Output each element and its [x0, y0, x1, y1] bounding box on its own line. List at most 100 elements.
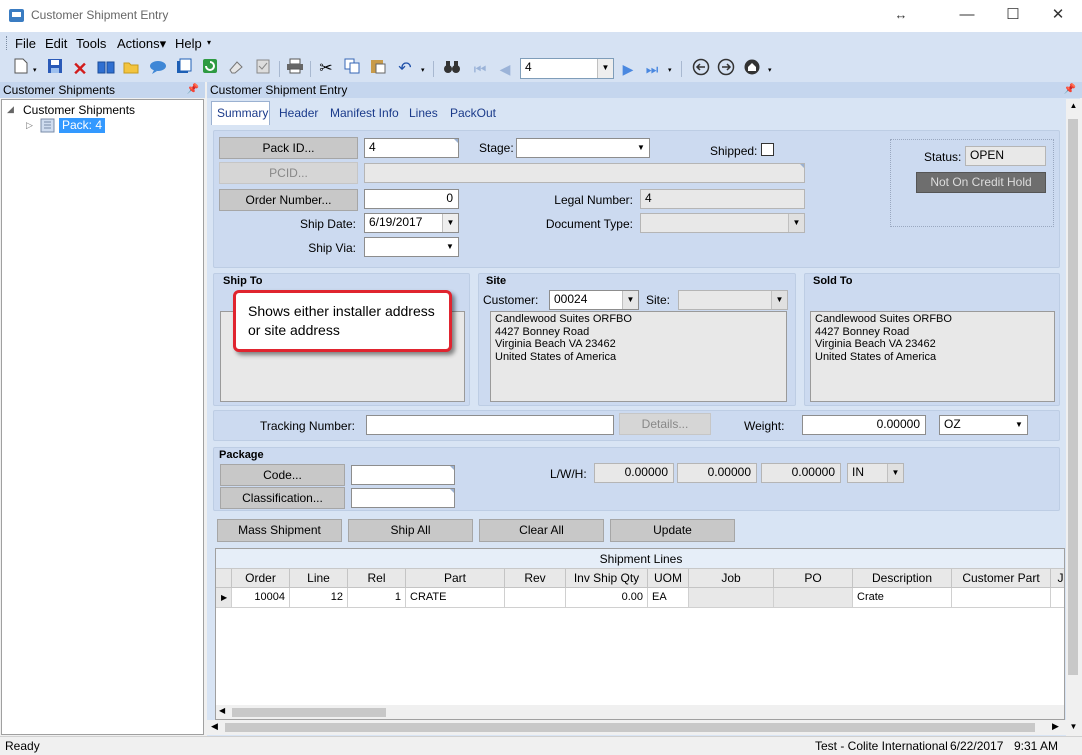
- toolbar-overflow-icon[interactable]: ▾: [768, 66, 772, 74]
- chevron-down-icon[interactable]: ▼: [442, 238, 458, 256]
- tab-header[interactable]: Header: [279, 106, 318, 120]
- minimize-button[interactable]: —: [955, 4, 979, 26]
- folder-icon[interactable]: [120, 58, 142, 80]
- new-dropdown-icon[interactable]: ▾: [33, 66, 37, 74]
- cell-line[interactable]: 12: [290, 588, 348, 608]
- tree-expand-icon[interactable]: ◢: [7, 104, 14, 115]
- chevron-down-icon[interactable]: ▼: [622, 291, 638, 309]
- scroll-down-icon[interactable]: ▼: [1066, 722, 1081, 731]
- pin-icon[interactable]: 📌: [1064, 82, 1076, 98]
- clear-icon[interactable]: [225, 58, 247, 80]
- calendar-dropdown-icon[interactable]: ▼: [442, 214, 458, 232]
- tab-manifest-info[interactable]: Manifest Info: [330, 106, 399, 120]
- cell-description[interactable]: Crate: [853, 588, 952, 608]
- tree-root-label[interactable]: Customer Shipments: [23, 103, 135, 117]
- undo-dropdown-icon[interactable]: ▾: [421, 66, 425, 74]
- next-record-icon[interactable]: ▶: [617, 58, 639, 80]
- menu-help[interactable]: Help: [175, 36, 202, 51]
- last-record-icon[interactable]: ⏭: [641, 58, 663, 80]
- maximize-button[interactable]: ☐: [1001, 4, 1025, 26]
- chevron-down-icon[interactable]: ▼: [771, 291, 787, 309]
- cell-order[interactable]: 10004: [232, 588, 290, 608]
- tab-lines[interactable]: Lines: [409, 106, 438, 120]
- package-code-field[interactable]: [351, 465, 455, 485]
- clear-all-button[interactable]: Clear All: [479, 519, 604, 542]
- column-header-inv-ship-qty[interactable]: Inv Ship Qty: [566, 569, 648, 588]
- close-button[interactable]: ✕: [1046, 4, 1070, 26]
- pack-id-button[interactable]: Pack ID...: [219, 137, 358, 159]
- forward-icon[interactable]: [715, 58, 737, 80]
- scroll-left-icon[interactable]: ◀: [211, 721, 218, 732]
- column-header-rev[interactable]: Rev: [505, 569, 566, 588]
- record-selector[interactable]: 4 ▼: [520, 58, 614, 79]
- pcid-button[interactable]: PCID...: [219, 162, 358, 184]
- chevron-down-icon[interactable]: ▼: [788, 214, 804, 232]
- cut-icon[interactable]: ✂: [315, 58, 337, 80]
- customer-select[interactable]: 00024 ▼: [549, 290, 639, 310]
- delete-icon[interactable]: ✕: [69, 58, 91, 80]
- clipboard-icon[interactable]: [252, 58, 274, 80]
- menu-file[interactable]: File: [15, 36, 36, 51]
- tab-packout[interactable]: PackOut: [450, 106, 496, 120]
- cell-po[interactable]: [774, 588, 853, 608]
- width-field[interactable]: 0.00000: [677, 463, 757, 483]
- nav-dropdown-icon[interactable]: ▾: [668, 66, 672, 74]
- hscroll-thumb[interactable]: [232, 708, 386, 717]
- menu-edit[interactable]: Edit: [45, 36, 67, 51]
- classification-button[interactable]: Classification...: [220, 487, 345, 509]
- book-icon[interactable]: [95, 58, 117, 80]
- chevron-down-icon[interactable]: ▼: [597, 59, 613, 78]
- copy-icon[interactable]: [341, 58, 363, 80]
- ship-all-button[interactable]: Ship All: [348, 519, 473, 542]
- menu-actions[interactable]: Actions▾: [117, 36, 166, 52]
- comment-icon[interactable]: [147, 58, 169, 80]
- cell-j[interactable]: [1051, 588, 1064, 608]
- column-header-part[interactable]: Part: [406, 569, 505, 588]
- cell-inv-ship-qty[interactable]: 0.00: [566, 588, 648, 608]
- column-header-j[interactable]: J: [1051, 569, 1064, 588]
- save-icon[interactable]: [44, 58, 66, 80]
- tab-summary[interactable]: Summary: [217, 106, 268, 120]
- cell-rel[interactable]: 1: [348, 588, 406, 608]
- update-button[interactable]: Update: [610, 519, 735, 542]
- scroll-up-icon[interactable]: ▲: [1066, 101, 1081, 110]
- column-header-description[interactable]: Description: [853, 569, 952, 588]
- ship-date-field[interactable]: 6/19/2017 ▼: [364, 213, 459, 233]
- order-number-button[interactable]: Order Number...: [219, 189, 358, 211]
- chevron-down-icon[interactable]: ▼: [633, 139, 649, 157]
- undo-icon[interactable]: ↶: [394, 58, 416, 80]
- tree-item-pack[interactable]: Pack: 4: [59, 118, 106, 133]
- tracking-number-field[interactable]: [366, 415, 614, 435]
- pack-id-field[interactable]: 4: [364, 138, 459, 158]
- column-header-customer-part[interactable]: Customer Part: [952, 569, 1051, 588]
- new-icon[interactable]: [10, 58, 32, 80]
- refresh-icon[interactable]: [199, 58, 221, 80]
- shipped-checkbox[interactable]: [761, 143, 774, 156]
- print-icon[interactable]: [284, 58, 306, 80]
- column-header-order[interactable]: Order: [232, 569, 290, 588]
- pcid-field[interactable]: [364, 163, 805, 183]
- cell-uom[interactable]: EA: [648, 588, 689, 608]
- menu-tools[interactable]: Tools: [76, 36, 106, 51]
- attach-icon[interactable]: [173, 58, 195, 80]
- cell-part[interactable]: CRATE: [406, 588, 505, 608]
- content-hscrollbar[interactable]: ◀ ▶: [207, 720, 1066, 735]
- chevron-down-icon[interactable]: ▼: [887, 464, 903, 482]
- column-header-uom[interactable]: UOM: [648, 569, 689, 588]
- weight-uom-select[interactable]: OZ ▼: [939, 415, 1028, 435]
- height-field[interactable]: 0.00000: [761, 463, 841, 483]
- content-scrollbar[interactable]: ▲ ▼: [1066, 99, 1081, 736]
- scroll-left-icon[interactable]: ◀: [219, 706, 225, 715]
- order-number-field[interactable]: 0: [364, 189, 459, 209]
- stage-select[interactable]: ▼: [516, 138, 650, 158]
- scroll-right-icon[interactable]: ▶: [1052, 721, 1059, 732]
- mass-shipment-button[interactable]: Mass Shipment: [217, 519, 342, 542]
- cell-job[interactable]: [689, 588, 774, 608]
- cell-customer-part[interactable]: [952, 588, 1051, 608]
- prev-record-icon[interactable]: ◀: [494, 58, 516, 80]
- first-record-icon[interactable]: ⏮: [469, 58, 491, 80]
- paste-icon[interactable]: [367, 58, 389, 80]
- row-selector-icon[interactable]: ▶: [216, 588, 232, 608]
- chevron-down-icon[interactable]: ▼: [1011, 416, 1027, 434]
- site-select[interactable]: ▼: [678, 290, 788, 310]
